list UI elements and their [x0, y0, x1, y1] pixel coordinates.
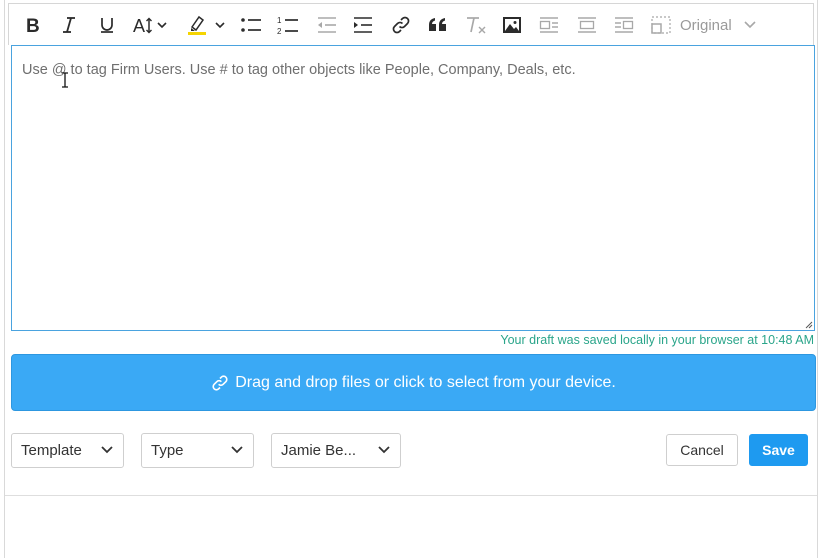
indent-icon[interactable]: [352, 4, 374, 46]
svg-text:A: A: [133, 16, 145, 35]
numbered-list-icon[interactable]: 1 2: [277, 4, 299, 46]
template-select[interactable]: Template: [11, 433, 124, 468]
font-size-icon[interactable]: A: [132, 4, 172, 46]
image-size-label[interactable]: Original: [680, 4, 732, 46]
owner-select-value: Jamie Be...: [281, 442, 357, 459]
note-textarea[interactable]: [12, 46, 814, 330]
italic-icon[interactable]: [60, 4, 78, 46]
template-select-value: Template: [21, 442, 82, 459]
chevron-down-icon: [101, 446, 113, 454]
image-wrap-left-icon[interactable]: [539, 4, 559, 46]
chevron-down-icon: [378, 446, 390, 454]
resize-grip-icon[interactable]: [805, 321, 813, 329]
file-dropzone[interactable]: Drag and drop files or click to select f…: [11, 354, 816, 411]
image-icon[interactable]: [502, 4, 522, 46]
cancel-button[interactable]: Cancel: [666, 434, 738, 466]
svg-text:1: 1: [277, 16, 282, 25]
paperclip-icon: [211, 374, 229, 392]
chevron-down-icon: [231, 446, 243, 454]
draft-saved-status: Your draft was saved locally in your bro…: [500, 333, 814, 347]
text-cursor-icon: [62, 72, 68, 88]
bulleted-list-icon[interactable]: [240, 4, 262, 46]
owner-select[interactable]: Jamie Be...: [271, 433, 401, 468]
clear-format-icon[interactable]: [465, 4, 487, 46]
editor-toolbar: B A 1 2 Original: [8, 3, 814, 45]
blockquote-icon[interactable]: [428, 4, 448, 46]
type-select[interactable]: Type: [141, 433, 254, 468]
note-editor[interactable]: [11, 45, 815, 331]
save-button[interactable]: Save: [749, 434, 808, 466]
highlight-icon[interactable]: [186, 4, 230, 46]
type-select-value: Type: [151, 442, 184, 459]
image-wrap-right-icon[interactable]: [614, 4, 634, 46]
svg-text:2: 2: [277, 27, 282, 35]
image-size-icon[interactable]: [650, 4, 672, 46]
image-center-icon[interactable]: [577, 4, 597, 46]
underline-icon[interactable]: [98, 4, 116, 46]
dropzone-label: Drag and drop files or click to select f…: [235, 373, 616, 391]
svg-text:B: B: [26, 16, 40, 34]
bold-icon[interactable]: B: [23, 4, 43, 46]
link-icon[interactable]: [391, 4, 411, 46]
chevron-down-icon[interactable]: [742, 4, 758, 46]
outdent-icon[interactable]: [316, 4, 338, 46]
section-divider: [5, 495, 817, 496]
